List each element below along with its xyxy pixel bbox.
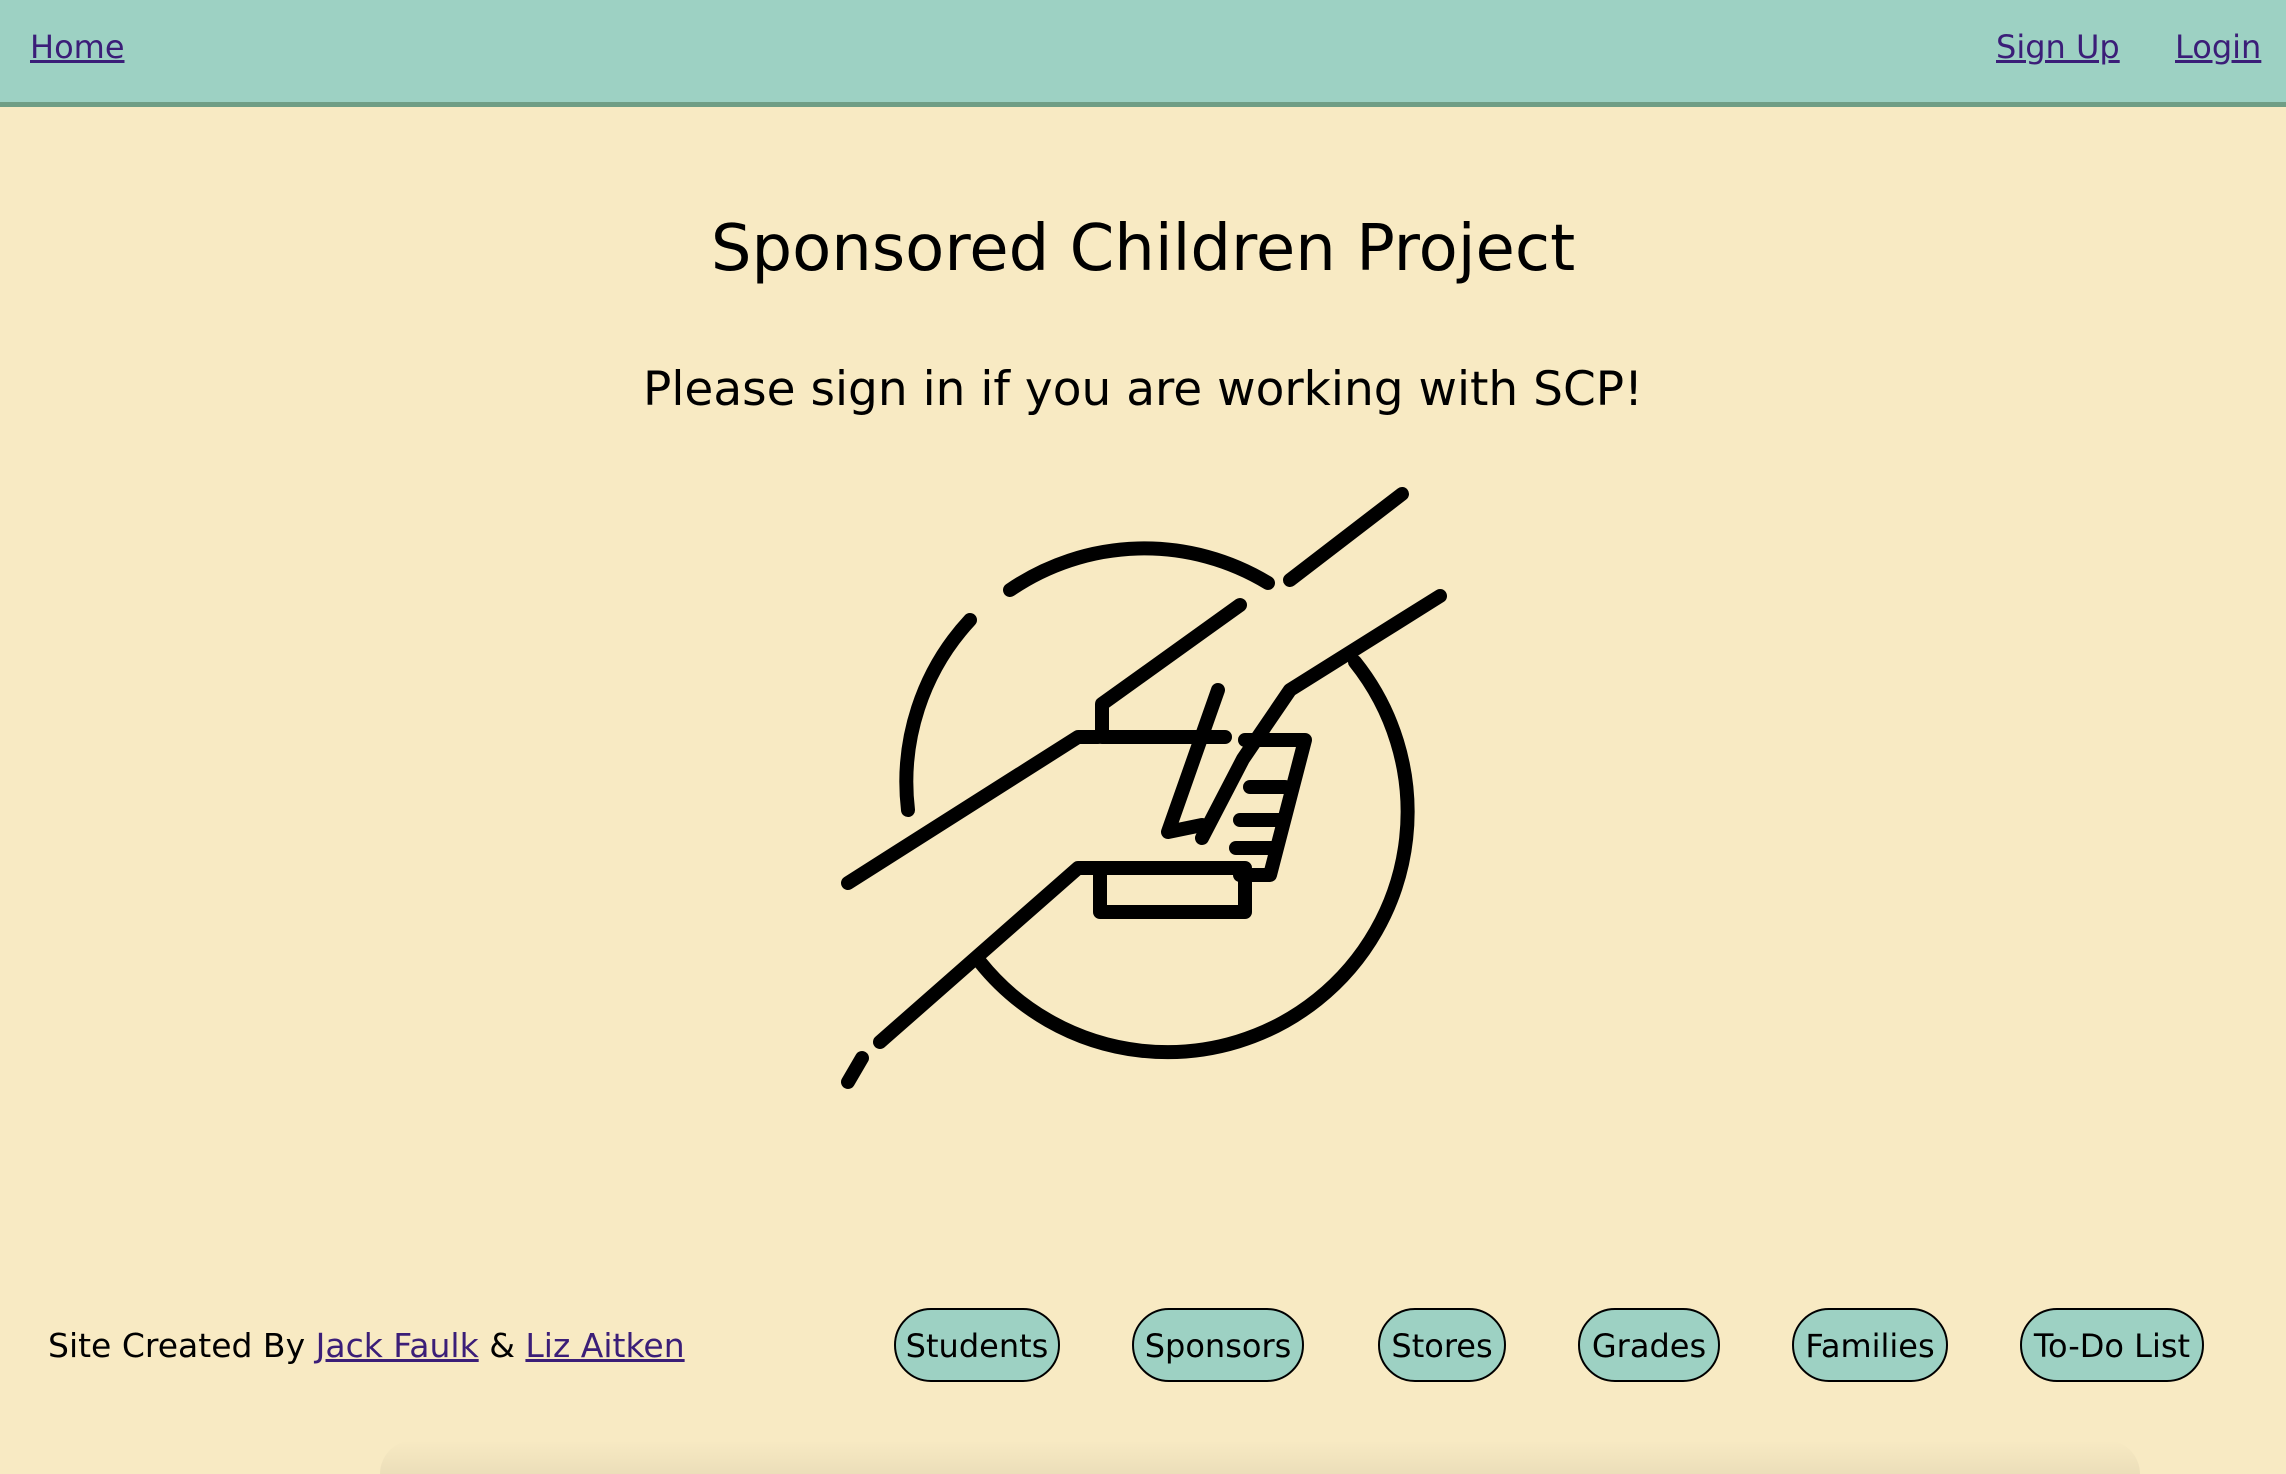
grades-button[interactable]: Grades [1578,1308,1720,1382]
login-link[interactable]: Login [2175,28,2261,66]
credit-prefix: Site Created By [48,1326,306,1365]
sign-in-prompt: Please sign in if you are working with S… [643,362,1643,417]
students-button[interactable]: Students [894,1308,1060,1382]
home-link[interactable]: Home [30,28,125,66]
helping-hands-icon [841,487,1447,1089]
sponsors-button[interactable]: Sponsors [1132,1308,1304,1382]
author-liz-aitken-link[interactable]: Liz Aitken [525,1326,684,1365]
author-jack-faulk-link[interactable]: Jack Faulk [316,1326,479,1365]
sign-up-link[interactable]: Sign Up [1996,28,2120,66]
page-title: Sponsored Children Project [710,212,1576,286]
todo-list-button[interactable]: To-Do List [2020,1308,2204,1382]
bottom-shadow [380,1440,2140,1474]
site-credit: Site Created By Jack Faulk & Liz Aitken [48,1326,685,1365]
top-navbar: Home Sign Up Login [0,0,2286,107]
families-button[interactable]: Families [1792,1308,1948,1382]
credit-separator: & [489,1326,515,1365]
stores-button[interactable]: Stores [1378,1308,1506,1382]
